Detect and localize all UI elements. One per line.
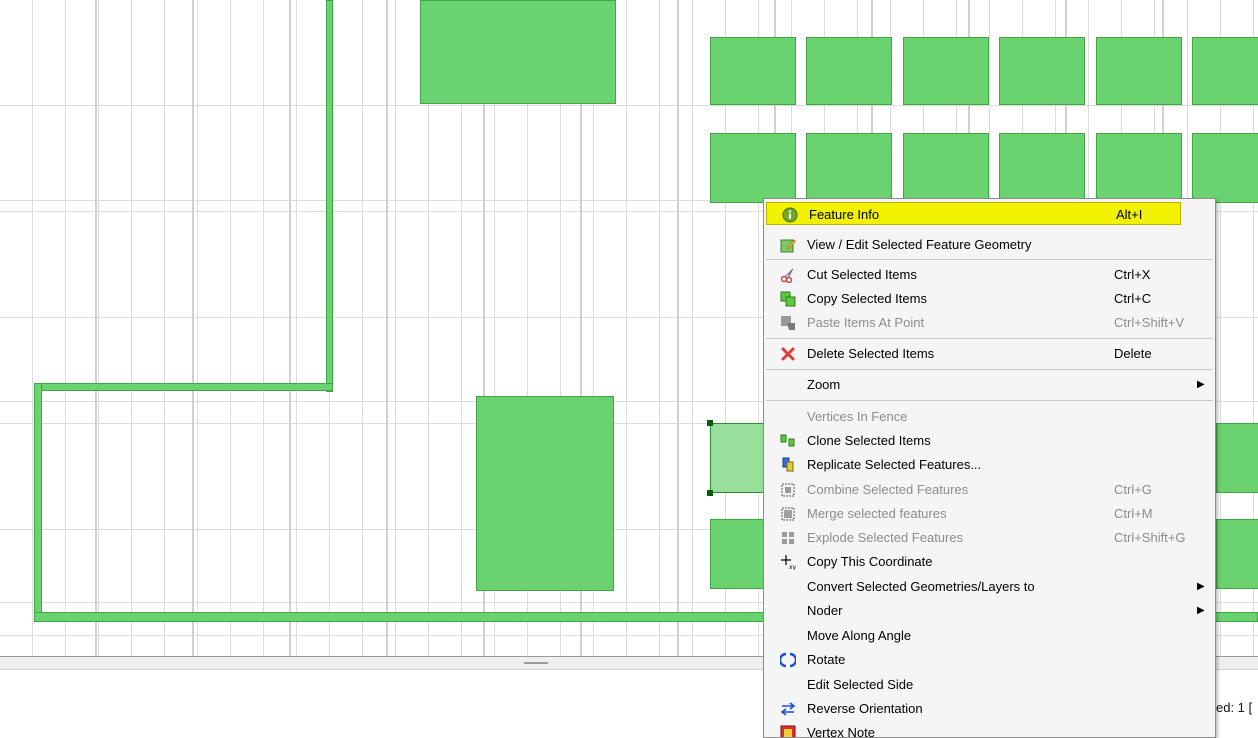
polygon-feature[interactable] [710,133,796,203]
menu-item-edit-selected-side[interactable]: Edit Selected Side [765,673,1214,696]
clone-icon [780,433,796,449]
menu-item-copy-coordinate[interactable]: xy Copy This Coordinate [765,550,1214,573]
polygon-feature[interactable] [1096,37,1182,105]
polygon-feature[interactable] [903,133,989,203]
replicate-icon [780,457,796,473]
menu-item-label: Edit Selected Side [807,677,914,692]
submenu-arrow-icon: ▶ [1197,379,1205,390]
menu-separator [766,338,1213,339]
menu-item-label: Explode Selected Features [807,530,964,545]
menu-item-vertex-note[interactable]: Vertex Note [765,721,1214,738]
rotate-icon [778,652,798,668]
menu-item-shortcut: Ctrl+G [1114,482,1152,497]
divider-grip[interactable] [524,662,548,664]
combine-icon [780,482,796,498]
menu-item-move-along-angle[interactable]: Move Along Angle [765,624,1214,647]
menu-item-shortcut: Alt+I [1116,207,1143,222]
vertex-handle[interactable] [707,490,713,496]
edit-geometry-icon [780,237,796,253]
menu-item-copy[interactable]: Copy Selected Items Ctrl+C [765,287,1214,310]
menu-item-label: Vertices In Fence [807,409,908,424]
menu-item-clone[interactable]: Clone Selected Items [765,429,1214,452]
menu-separator [766,400,1213,401]
menu-item-noder[interactable]: Noder ▶ [765,599,1214,622]
menu-item-feature-info[interactable]: Feature Info Alt+I [766,202,1181,225]
merge-icon [780,506,796,522]
polygon-feature[interactable] [420,0,616,104]
menu-item-shortcut: Ctrl+C [1114,291,1152,306]
wall-feature-horizontal-mid[interactable] [34,383,333,391]
menu-item-label: Paste Items At Point [807,315,925,330]
reverse-icon [780,701,796,717]
polygon-feature[interactable] [1216,519,1258,589]
menu-item-reverse-orientation[interactable]: Reverse Orientation [765,697,1214,720]
menu-item-label: Combine Selected Features [807,482,969,497]
menu-separator [766,369,1213,370]
polygon-feature[interactable] [806,133,892,203]
menu-item-label: Zoom [807,377,841,392]
menu-item-explode[interactable]: Explode Selected Features Ctrl+Shift+G [765,526,1214,549]
info-icon [782,207,798,223]
svg-text:xy: xy [789,564,796,570]
vertex-handle[interactable] [707,420,713,426]
menu-item-vertices-in-fence[interactable]: Vertices In Fence [765,405,1214,428]
polygon-feature[interactable] [476,396,614,591]
menu-item-label: Copy Selected Items [807,291,927,306]
menu-item-label: View / Edit Selected Feature Geometry [807,237,1032,252]
menu-item-label: Vertex Note [807,725,875,738]
menu-item-label: Copy This Coordinate [807,554,933,569]
scissors-icon [780,267,796,284]
menu-item-replicate[interactable]: Replicate Selected Features... [765,453,1214,476]
menu-item-label: Reverse Orientation [807,701,923,716]
menu-item-convert[interactable]: Convert Selected Geometries/Layers to ▶ [765,575,1214,598]
menu-separator [766,259,1213,260]
menu-item-shortcut: Ctrl+Shift+G [1114,530,1186,545]
menu-item-combine[interactable]: Combine Selected Features Ctrl+G [765,478,1214,501]
submenu-arrow-icon: ▶ [1197,605,1205,616]
polygon-feature[interactable] [999,37,1085,105]
menu-item-label: Noder [807,603,843,618]
wall-feature-vertical-left[interactable] [34,383,42,622]
menu-item-shortcut: Ctrl+Shift+V [1114,315,1185,330]
menu-item-label: Delete Selected Items [807,346,935,361]
menu-item-merge[interactable]: Merge selected features Ctrl+M [765,502,1214,525]
wall-feature-vertical-top[interactable] [326,0,333,392]
menu-item-label: Clone Selected Items [807,433,931,448]
menu-item-view-edit-geometry[interactable]: View / Edit Selected Feature Geometry [765,233,1214,256]
menu-item-shortcut: Ctrl+X [1114,267,1151,282]
menu-item-delete[interactable]: Delete Selected Items Delete [765,342,1214,365]
menu-item-shortcut: Ctrl+M [1114,506,1153,521]
menu-item-cut[interactable]: Cut Selected Items Ctrl+X [765,263,1214,286]
copy-icon [780,291,796,307]
polygon-feature[interactable] [1216,423,1258,493]
menu-item-paste[interactable]: Paste Items At Point Ctrl+Shift+V [765,311,1214,334]
polygon-feature[interactable] [1192,133,1258,203]
menu-item-label: Feature Info [809,207,880,222]
paste-icon [780,315,796,331]
vertex-note-icon [780,725,796,737]
delete-icon [780,346,796,362]
polygon-feature[interactable] [710,37,796,105]
selection-status-text: ed: 1 [ [1216,700,1253,715]
menu-item-label: Rotate [807,652,846,667]
menu-item-label: Move Along Angle [807,628,912,643]
menu-item-zoom[interactable]: Zoom ▶ [765,373,1214,396]
coordinate-icon: xy [780,554,797,571]
menu-item-shortcut: Delete [1114,346,1152,361]
menu-item-label: Merge selected features [807,506,947,521]
submenu-arrow-icon: ▶ [1197,581,1205,592]
menu-item-label: Replicate Selected Features... [807,457,982,472]
menu-item-label: Cut Selected Items [807,267,917,282]
polygon-feature[interactable] [903,37,989,105]
menu-item-rotate[interactable]: Rotate [765,648,1214,671]
context-menu: Feature Info Alt+I View / Edit Selected … [763,198,1216,738]
polygon-feature[interactable] [806,37,892,105]
polygon-feature[interactable] [999,133,1085,203]
polygon-feature[interactable] [1096,133,1182,203]
explode-icon [780,530,796,546]
polygon-feature[interactable] [1192,37,1258,105]
menu-item-label: Convert Selected Geometries/Layers to [807,579,1035,594]
